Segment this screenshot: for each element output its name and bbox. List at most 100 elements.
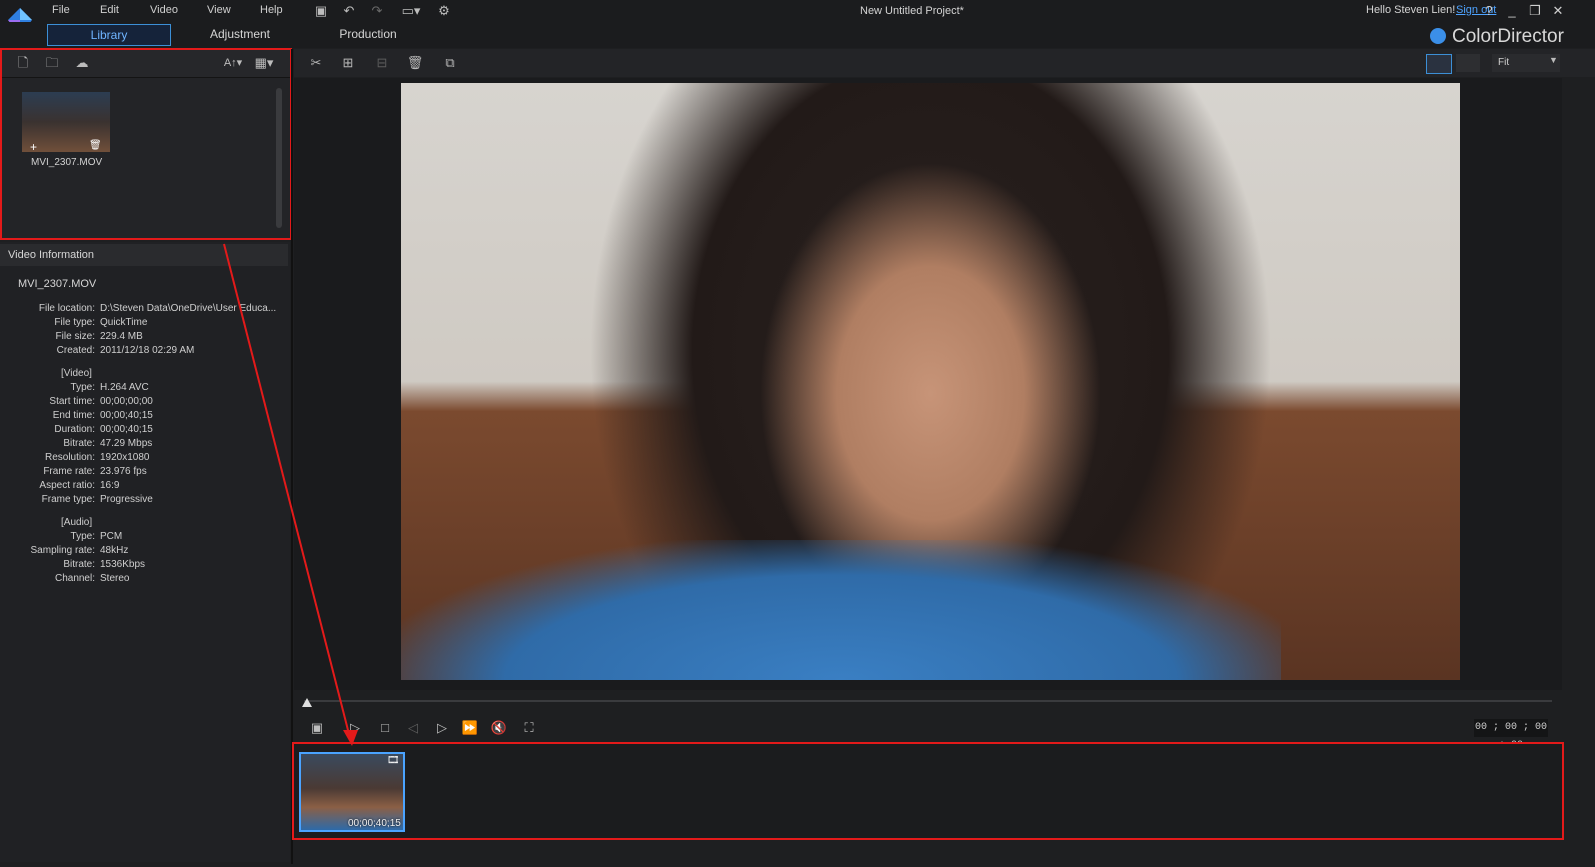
timecode-display[interactable]: 00 ; 00 ; 00 ; 00 [1474, 719, 1548, 751]
video-info-row: File type: QuickTime [0, 317, 275, 331]
video-info-key: Frame type: [41, 494, 95, 505]
video-info-row: Frame rate: 23.976 fps [0, 466, 275, 480]
video-info-value: 1920x1080 [100, 452, 150, 463]
video-info-row: Created: 2011/12/18 02:29 AM [0, 345, 275, 359]
video-info-value: 2011/12/18 02:29 AM [100, 345, 195, 356]
menu-bar [0, 0, 1595, 22]
video-info-value: H.264 AVC [100, 382, 149, 393]
video-info-row: Channel: Stereo [0, 573, 275, 587]
video-info-key: Bitrate: [63, 559, 95, 570]
video-info-value: 229.4 MB [100, 331, 143, 342]
menu-video[interactable]: Video [150, 4, 178, 16]
video-info-filename: MVI_2307.MOV [18, 278, 97, 290]
aspect-ratio-icon[interactable]: ▭▾ [399, 3, 423, 19]
minimize-icon[interactable]: _ [1503, 2, 1521, 20]
video-info-key: Resolution: [44, 452, 95, 463]
single-view-icon[interactable] [1456, 54, 1480, 72]
timeline-scrubber-track[interactable] [304, 700, 1552, 702]
save-icon[interactable]: ▣ [313, 3, 329, 19]
preview-mode-icon[interactable]: ▣ [308, 720, 326, 736]
video-info-value: PCM [100, 531, 123, 542]
menu-help[interactable]: Help [260, 4, 283, 16]
split-icon[interactable]: ✂ [307, 55, 325, 71]
video-info-key: Type: [70, 531, 95, 542]
close-icon[interactable]: ✕ [1549, 2, 1567, 20]
video-info-row: Sampling rate: 48kHz [0, 545, 275, 559]
video-info-value: Progressive [100, 494, 153, 505]
video-preview-frame-shirt [401, 540, 1281, 680]
preview-toolbar [294, 49, 1595, 77]
merge-icon[interactable]: ⊟ [373, 55, 391, 71]
video-info-row: Type: PCM [0, 531, 275, 545]
playhead-handle[interactable] [302, 698, 312, 707]
video-info-key: Channel: [54, 573, 95, 584]
video-info-value: 00;00;00;00 [100, 396, 153, 407]
video-info-value: 00;00;40;15 [100, 410, 153, 421]
video-info-key: Duration: [54, 424, 95, 435]
compare-view-icon[interactable] [1426, 54, 1452, 74]
settings-gear-icon[interactable]: ⚙ [436, 3, 452, 19]
video-info-key: Aspect ratio: [39, 480, 95, 491]
chevron-down-icon[interactable]: ▼ [1549, 55, 1558, 65]
video-info-row: Duration: 00;00;40;15 [0, 424, 275, 438]
trim-icon[interactable]: ⊞ [339, 55, 357, 71]
video-info-value: 16:9 [100, 480, 120, 491]
video-info-key: Start time: [49, 396, 95, 407]
trash-icon[interactable]: 🗑 [406, 55, 424, 71]
video-info-row: Type: H.264 AVC [0, 382, 275, 396]
project-title: New Untitled Project* [860, 5, 964, 17]
next-frame-icon[interactable]: ▷ [433, 720, 451, 736]
video-info-section-label: [Audio] [61, 517, 93, 528]
tab-production[interactable]: Production [318, 24, 418, 44]
undo-icon[interactable]: ↶ [341, 3, 357, 19]
video-info-row: Start time: 00;00;00;00 [0, 396, 275, 410]
stop-icon[interactable]: □ [376, 720, 394, 736]
fast-forward-icon[interactable]: ⏩ [461, 720, 479, 736]
video-info-value: Stereo [100, 573, 130, 584]
video-info-key: End time: [52, 410, 95, 421]
video-info-value: 48kHz [100, 545, 129, 556]
video-info-row: Bitrate: 1536Kbps [0, 559, 275, 573]
video-info-row: File location: D:\Steven Data\OneDrive\Us… [0, 303, 277, 317]
snapshot-icon[interactable]: ⧉ [441, 55, 459, 71]
video-info-key: Frame rate: [43, 466, 95, 477]
annotation-box-filmstrip [292, 742, 1564, 840]
video-info-value: 23.976 fps [100, 466, 147, 477]
menu-view[interactable]: View [207, 4, 231, 16]
video-info-section-label: [Video] [61, 368, 92, 379]
video-info-value: 1536Kbps [100, 559, 146, 570]
video-info-key: Sampling rate: [30, 545, 95, 556]
playback-controls [294, 712, 1562, 742]
tab-library[interactable]: Library [47, 24, 171, 46]
user-greeting: Hello Steven Lien! [1366, 4, 1456, 16]
help-button[interactable]: ? [1480, 2, 1498, 20]
video-info-value: 00;00;40;15 [100, 424, 153, 435]
annotation-box-library [0, 48, 292, 240]
play-icon[interactable]: ▷ [346, 720, 364, 736]
video-info-key: File size: [55, 331, 95, 342]
video-info-row: End time: 00;00;40;15 [0, 410, 275, 424]
brand-logo-icon [1430, 28, 1446, 44]
video-info-key: Created: [56, 345, 95, 356]
video-info-key: Type: [70, 382, 95, 393]
video-info-row: Bitrate: 47.29 Mbps [0, 438, 275, 452]
video-info-key: Bitrate: [63, 438, 95, 449]
restore-icon[interactable]: ❐ [1526, 2, 1544, 20]
redo-icon[interactable]: ↷ [369, 3, 385, 19]
brand-name: ColorDirector [1452, 26, 1564, 47]
fullscreen-icon[interactable]: ⛶ [520, 720, 538, 736]
video-info-row: Resolution: 1920x1080 [0, 452, 275, 466]
tab-adjustment[interactable]: Adjustment [190, 24, 290, 44]
video-info-row: Frame type: Progressive [0, 494, 275, 508]
mute-icon[interactable]: 🔇 [490, 720, 508, 736]
menu-edit[interactable]: Edit [100, 4, 119, 16]
video-info-value: QuickTime [100, 317, 148, 328]
video-info-value: D:\Steven Data\OneDrive\User Educa... [100, 303, 277, 314]
video-info-key: File type: [54, 317, 95, 328]
video-info-row: File size: 229.4 MB [0, 331, 275, 345]
menu-file[interactable]: File [52, 4, 70, 16]
video-info-value: 47.29 Mbps [100, 438, 153, 449]
video-info-key: File location: [38, 303, 95, 314]
video-info-row: Aspect ratio: 16:9 [0, 480, 275, 494]
previous-frame-icon[interactable]: ◁ [404, 720, 422, 736]
